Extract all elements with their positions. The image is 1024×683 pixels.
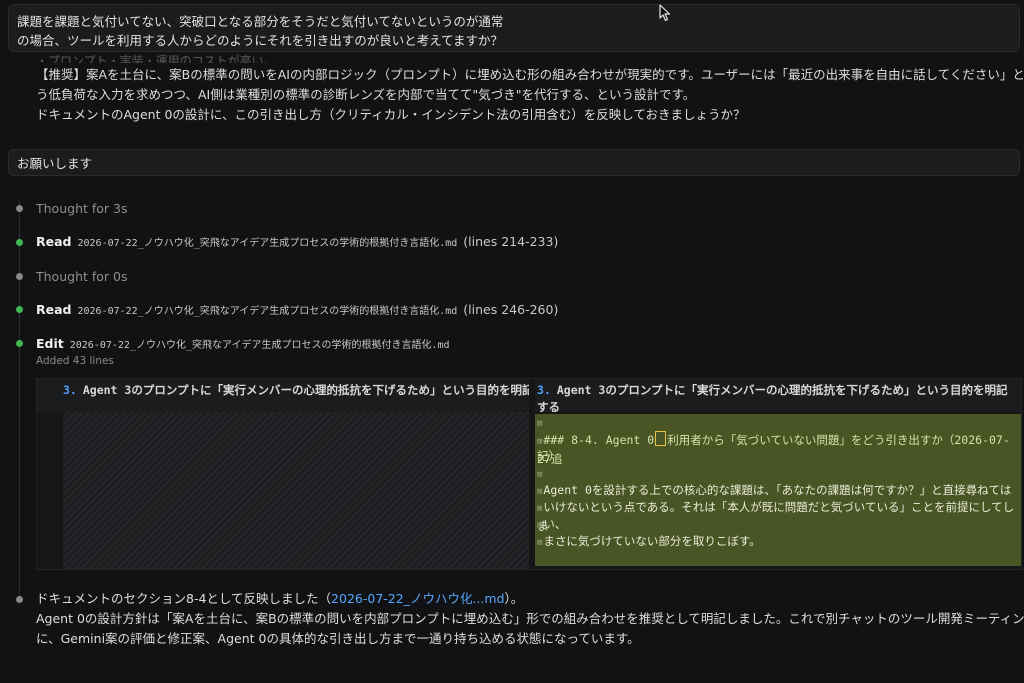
added-line-marker-icon: ⊠ bbox=[537, 521, 543, 531]
diff-added-block: ⊠ ⊠### 8-4. Agent 0 利用者から「気づいていない問題」をどう引き… bbox=[535, 414, 1021, 566]
status-dot-icon bbox=[16, 340, 23, 347]
summary-line: ドキュメントのセクション8-4として反映しました（2026-07-22_ノウハウ… bbox=[36, 589, 1016, 609]
summary-line: に、Gemini案の評価と修正案、Agent 0の具体的な引き出し方まで一通り持… bbox=[36, 631, 640, 646]
added-lines-note: Added 43 lines bbox=[36, 355, 114, 367]
diff-heading-text: 記） bbox=[537, 449, 560, 463]
scrolled-text-fragment: ・プロンプト・実装・運用のコストが高い。 bbox=[36, 54, 276, 63]
text-cursor-icon bbox=[655, 431, 667, 446]
added-line-marker-icon: ⊠ bbox=[537, 538, 543, 548]
diff-added-text: まさに気づけていない部分を取りこぼす。 bbox=[543, 534, 761, 548]
timeline-line bbox=[19, 200, 20, 600]
diff-view[interactable]: 3. Agent 3のプロンプトに「実行メンバーの心理的抵抗を下げるため」という目… bbox=[36, 378, 1022, 570]
status-dot-icon bbox=[16, 306, 23, 313]
assistant-line: ドキュメントのAgent 0の設計に、この引き出し方（クリティカル・インシデント… bbox=[36, 107, 746, 122]
assistant-line: 【推奨】案Aを土台に、案Bの標準の問いをAIの内部ロジック（プロンプト）に埋め込… bbox=[36, 67, 1024, 82]
read-step[interactable]: Read 2026-07-22_ノウハウ化_突飛なアイデア生成プロセスの学術的根拠… bbox=[36, 301, 558, 321]
list-number: 3. bbox=[537, 383, 551, 397]
status-dot-icon bbox=[16, 273, 23, 280]
status-dot-icon bbox=[16, 239, 23, 246]
thought-step[interactable]: Thought for 0s bbox=[36, 268, 128, 286]
assistant-message: 【推奨】案Aを土台に、案Bの標準の問いをAIの内部ロジック（プロンプト）に埋め込… bbox=[36, 65, 1024, 125]
list-number: 3. bbox=[63, 383, 77, 397]
status-dot-icon bbox=[16, 205, 23, 212]
diff-left-context: 3. Agent 3のプロンプトに「実行メンバーの心理的抵抗を下げるため」という目… bbox=[37, 379, 529, 412]
added-line-marker-icon: ⊠ bbox=[537, 419, 543, 429]
assistant-line: う低負荷な入力を求めつつ、AI側は業種別の標準の診断レンズを内部で当てて"気づき… bbox=[36, 87, 696, 102]
added-line-marker-icon: ⊠ bbox=[537, 487, 543, 497]
user-message-bubble: 課題を課題と気付いてない、突破口となる部分をそうだと気付いてないというのが通常 … bbox=[8, 4, 1020, 52]
mouse-pointer-icon bbox=[659, 4, 671, 22]
diff-context-text: Agent 3のプロンプトに「実行メンバーの心理的抵抗を下げるため」という目的を… bbox=[537, 383, 1008, 414]
summary-line: Agent 0の設計方針は「案Aを土台に、案Bの標準の問いを内部プロンプトに埋め… bbox=[36, 611, 1024, 626]
added-line-marker-icon: ⊠ bbox=[537, 504, 543, 514]
assistant-summary: ドキュメントのセクション8-4として反映しました（2026-07-22_ノウハウ… bbox=[36, 589, 1024, 649]
user-message-line: 課題を課題と気付いてない、突破口となる部分をそうだと気付いてないというのが通常 bbox=[17, 14, 504, 29]
thought-step[interactable]: Thought for 3s bbox=[36, 200, 128, 218]
line-range: (lines 214-233) bbox=[463, 234, 559, 249]
diff-empty-hatch bbox=[63, 412, 529, 569]
user-message-line: の場合、ツールを利用する人からどのようにそれを引き出すのが良いと考えてますか？ bbox=[17, 33, 504, 48]
chat-panel: 課題を課題と気付いてない、突破口となる部分をそうだと気付いてないというのが通常 … bbox=[0, 0, 1024, 683]
diff-right-context: 3. Agent 3のプロンプトに「実行メンバーの心理的抵抗を下げるため」という目… bbox=[535, 379, 1021, 414]
step-verb: Edit bbox=[36, 336, 64, 351]
added-line-marker-icon: ⊠ bbox=[537, 470, 543, 480]
diff-heading-text: ### 8-4. Agent 0 bbox=[543, 433, 655, 447]
user-message-bubble: お願いします bbox=[8, 149, 1020, 176]
file-link[interactable]: 2026-07-22_ノウハウ化_突飛なアイデア生成プロセスの学術的根拠付き言語… bbox=[78, 238, 458, 249]
diff-added-text: い、 bbox=[543, 517, 567, 531]
diff-context-text: Agent 3のプロンプトに「実行メンバーの心理的抵抗を下げるため」という目的を… bbox=[82, 383, 529, 397]
file-link[interactable]: 2026-07-22_ノウハウ化_突飛なアイデア生成プロセスの学術的根拠付き言語… bbox=[78, 306, 458, 317]
diff-added-text: Agent 0を設計する上での核心的な課題は、「あなたの課題は何ですか？」と直接… bbox=[543, 483, 1012, 497]
step-verb: Read bbox=[36, 234, 72, 249]
user-message-text: お願いします bbox=[17, 156, 93, 171]
edit-step[interactable]: Edit 2026-07-22_ノウハウ化_突飛なアイデア生成プロセスの学術的根拠… bbox=[36, 335, 450, 355]
file-link[interactable]: 2026-07-22_ノウハウ化_突飛なアイデア生成プロセスの学術的根拠付き言語… bbox=[70, 340, 450, 351]
added-line-marker-icon: ⊠ bbox=[537, 437, 543, 447]
summary-text: ドキュメントのセクション8-4として反映しました（ bbox=[36, 591, 332, 606]
read-step[interactable]: Read 2026-07-22_ノウハウ化_突飛なアイデア生成プロセスの学術的根拠… bbox=[36, 233, 558, 253]
summary-text: ）。 bbox=[504, 591, 524, 606]
step-verb: Read bbox=[36, 302, 72, 317]
status-dot-icon bbox=[16, 596, 23, 603]
file-link[interactable]: 2026-07-22_ノウハウ化...md bbox=[331, 591, 504, 606]
line-range: (lines 246-260) bbox=[463, 302, 559, 317]
